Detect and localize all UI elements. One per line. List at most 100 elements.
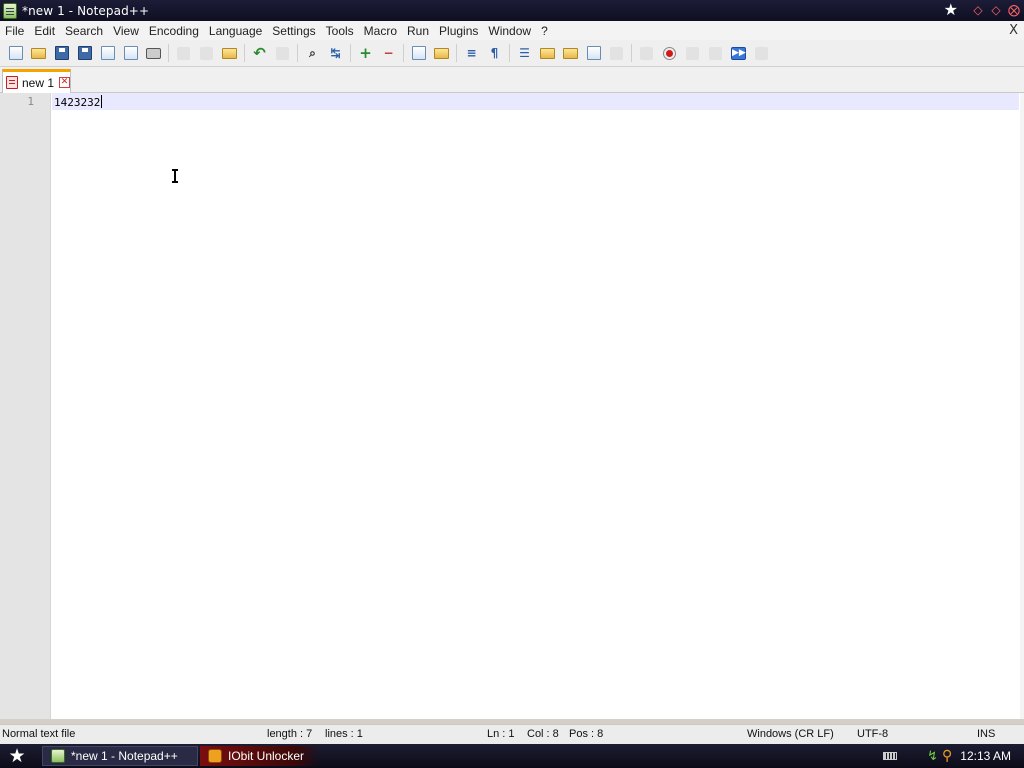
indent-guide-icon[interactable]: ☰ (516, 44, 534, 62)
status-column: Col : 8 (527, 728, 559, 740)
window-controls: ★ ◇ ◇ ⨂ (944, 2, 1020, 18)
toolbar-separator (631, 44, 632, 62)
status-position: Pos : 8 (569, 728, 604, 740)
status-length: length : 7 (267, 728, 313, 740)
menu-tools[interactable]: Tools (321, 24, 359, 38)
line-text: 1423232 (54, 96, 101, 109)
search-icon[interactable]: ⚲ (942, 748, 952, 764)
close-all-icon[interactable] (122, 44, 140, 62)
status-file-type: Normal text file (2, 728, 76, 740)
menu-file[interactable]: File (0, 24, 29, 38)
taskbar: ★ *new 1 - Notepad++ IObit Unlocker ↯ ⚲ … (0, 744, 1024, 768)
toolbar-separator (509, 44, 510, 62)
keyboard-icon[interactable] (883, 752, 898, 760)
open-file-icon[interactable] (30, 44, 48, 62)
star-icon[interactable]: ★ (944, 2, 958, 18)
print-icon[interactable] (145, 44, 163, 62)
start-button[interactable]: ★ (6, 745, 28, 767)
undo-icon[interactable]: ↶ (251, 44, 269, 62)
word-wrap-icon[interactable]: ≡ (463, 44, 481, 62)
menu-window[interactable]: Window (483, 24, 536, 38)
menu-run[interactable]: Run (402, 24, 434, 38)
stop-recording-icon[interactable] (661, 44, 679, 62)
text-caret (101, 95, 103, 108)
toolbar-separator (456, 44, 457, 62)
menu-bar: File Edit Search View Encoding Language … (0, 21, 1024, 40)
taskbar-item-label: *new 1 - Notepad++ (71, 749, 178, 763)
zoom-out-icon[interactable]: − (380, 44, 398, 62)
menu-encoding[interactable]: Encoding (144, 24, 204, 38)
sync-vertical-icon[interactable] (410, 44, 428, 62)
tab-new-1[interactable]: new 1 ✕ (2, 69, 71, 93)
toolbar: ↶ ⌕ ↹ + − ≡ ¶ ☰ ▶▶ (0, 40, 1024, 67)
menu-settings[interactable]: Settings (267, 24, 320, 38)
network-icon[interactable]: ↯ (927, 749, 938, 764)
toolbar-separator (403, 44, 404, 62)
cut-icon[interactable] (175, 44, 193, 62)
menu-language[interactable]: Language (204, 24, 267, 38)
close-button[interactable]: ⨂ (1008, 4, 1020, 16)
menu-help[interactable]: ? (536, 24, 553, 38)
editor-text[interactable]: 1423232 (54, 95, 103, 109)
status-encoding: UTF-8 (857, 728, 889, 740)
show-all-chars-icon[interactable]: ¶ (486, 44, 504, 62)
save-icon[interactable] (53, 44, 71, 62)
tab-label: new 1 (22, 75, 55, 90)
title-bar: *new 1 - Notepad++ ★ ◇ ◇ ⨂ (0, 0, 1024, 21)
menu-view[interactable]: View (108, 24, 144, 38)
folder-workspace-icon[interactable] (585, 44, 603, 62)
status-bar: Normal text file length : 7 lines : 1 Ln… (0, 724, 1024, 744)
status-lines: lines : 1 (325, 728, 363, 740)
close-document-button[interactable]: X (1009, 23, 1018, 38)
line-number: 1 (27, 95, 34, 108)
menu-plugins[interactable]: Plugins (434, 24, 483, 38)
sync-horizontal-icon[interactable] (433, 44, 451, 62)
system-tray: ↯ ⚲ 12:13 AM (883, 744, 1024, 768)
menu-edit[interactable]: Edit (29, 24, 60, 38)
notepad-icon (3, 2, 17, 19)
playback-macro-icon[interactable] (684, 44, 702, 62)
record-macro-icon[interactable] (638, 44, 656, 62)
menu-search[interactable]: Search (60, 24, 108, 38)
doc-map-icon[interactable] (539, 44, 557, 62)
paste-icon[interactable] (221, 44, 239, 62)
vertical-scrollbar[interactable] (1020, 93, 1024, 719)
minimize-button[interactable]: ◇ (972, 4, 984, 16)
redo-icon[interactable] (274, 44, 292, 62)
taskbar-item-notepad[interactable]: *new 1 - Notepad++ (42, 746, 198, 766)
save-all-icon[interactable] (76, 44, 94, 62)
toolbar-separator (350, 44, 351, 62)
window-title: *new 1 - Notepad++ (22, 3, 150, 18)
toolbar-separator (168, 44, 169, 62)
notepad-icon (51, 749, 65, 763)
fast-forward-icon[interactable]: ▶▶ (730, 44, 748, 62)
editor-area[interactable]: 1 1423232 (0, 93, 1024, 719)
monitoring-icon[interactable] (608, 44, 626, 62)
copy-icon[interactable] (198, 44, 216, 62)
function-list-icon[interactable] (562, 44, 580, 62)
close-file-icon[interactable] (99, 44, 117, 62)
current-line-highlight (52, 93, 1019, 110)
zoom-in-icon[interactable]: + (357, 44, 375, 62)
new-file-icon[interactable] (7, 44, 25, 62)
toolbar-separator (297, 44, 298, 62)
replace-icon[interactable]: ↹ (327, 44, 345, 62)
line-number-gutter: 1 (0, 93, 51, 719)
ibeam-cursor-icon (172, 169, 178, 183)
status-line: Ln : 1 (487, 728, 515, 740)
menu-macro[interactable]: Macro (359, 24, 402, 38)
save-macro-icon[interactable] (753, 44, 771, 62)
status-eol[interactable]: Windows (CR LF) (747, 728, 834, 740)
tab-bar: new 1 ✕ (0, 67, 1024, 93)
tab-close-icon[interactable]: ✕ (59, 77, 71, 88)
taskbar-item-iobit-unlocker[interactable]: IObit Unlocker (200, 746, 320, 766)
unsaved-file-icon (6, 76, 18, 89)
clock[interactable]: 12:13 AM (960, 749, 1011, 763)
run-macro-multiple-icon[interactable] (707, 44, 725, 62)
lock-icon (208, 749, 222, 763)
find-icon[interactable]: ⌕ (304, 44, 322, 62)
maximize-button[interactable]: ◇ (990, 4, 1002, 16)
toolbar-separator (244, 44, 245, 62)
status-insert-mode: INS (977, 728, 996, 740)
taskbar-item-label: IObit Unlocker (228, 749, 305, 763)
